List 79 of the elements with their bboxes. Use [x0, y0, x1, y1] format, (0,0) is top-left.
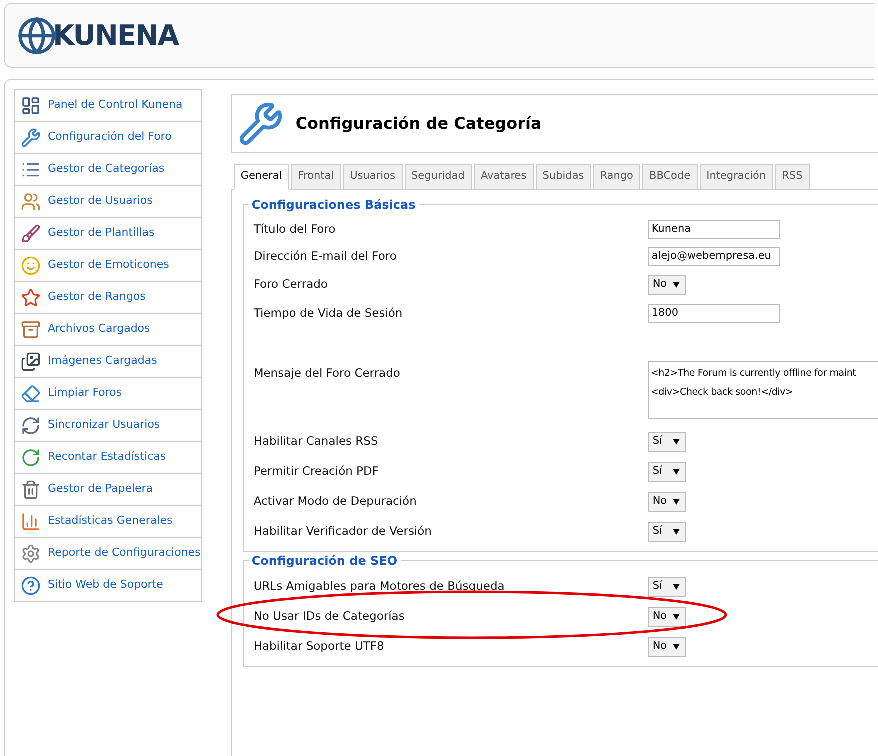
tab[interactable]: General [234, 164, 290, 190]
globe-logo-icon [17, 16, 57, 56]
setting-label: Dirección E-mail del Foro [254, 248, 398, 265]
textarea-field[interactable]: <h2>The Forum is currently offline for maint <div>Check back soon!</div> [648, 361, 878, 419]
fieldset-legend: Configuración de SEO [248, 552, 401, 570]
tab[interactable]: Rango [593, 164, 640, 190]
sidebar-item[interactable]: Recontar Estadísticas [15, 442, 201, 474]
brush-icon [21, 224, 41, 244]
select-dropdown[interactable]: No [648, 275, 686, 295]
caret-icon [672, 499, 680, 505]
wrench-icon [238, 100, 284, 146]
sidebar-item[interactable]: Reporte de Configuraciones [15, 538, 201, 570]
caret-icon [672, 584, 680, 590]
setting-label: URLs Amigables para Motores de Búsqueda [254, 578, 506, 596]
sidebar-item[interactable]: Panel de Control Kunena [15, 90, 201, 122]
select-dropdown[interactable]: Sí [648, 432, 686, 452]
tab[interactable]: Seguridad [404, 164, 472, 190]
text-field[interactable]: alejo@webempresa.eu [648, 247, 780, 266]
caret-icon [672, 529, 680, 535]
setting-label: Título del Foro [254, 220, 337, 238]
setting-label: Activar Modo de Depuración [254, 493, 418, 510]
setting-label: Tiempo de Vida de Sesión [254, 304, 404, 322]
tab[interactable]: Subidas [536, 164, 592, 190]
tab[interactable]: Usuarios [343, 164, 402, 190]
select-dropdown[interactable]: Sí [648, 462, 686, 482]
sidebar-item[interactable]: Gestor de Plantillas [15, 218, 201, 250]
logo-text: KUNENA [53, 18, 179, 54]
users-icon [21, 192, 41, 212]
images-icon [21, 352, 41, 372]
sidebar-item[interactable]: Estadísticas Generales [15, 506, 201, 538]
sidebar-item[interactable]: Configuración del Foro [15, 122, 201, 154]
setting-label: Habilitar Verificador de Versión [254, 523, 433, 540]
select-dropdown[interactable]: Sí [648, 577, 686, 597]
setting-label: Habilitar Canales RSS [254, 433, 380, 450]
gear-icon [21, 544, 41, 564]
refresh-icon [21, 448, 41, 468]
sidebar-item[interactable]: Imágenes Cargadas [15, 346, 201, 378]
sidebar-item[interactable]: Gestor de Papelera [15, 474, 201, 506]
sidebar-item[interactable]: Sincronizar Usuarios [15, 410, 201, 442]
caret-icon [672, 469, 680, 475]
page-title: Configuración de Categoría [296, 112, 542, 134]
eraser-icon [21, 384, 41, 404]
fieldset-legend: Configuraciones Básicas [248, 196, 419, 214]
sidebar-item[interactable]: Archivos Cargados [15, 314, 201, 346]
sidebar-item[interactable]: Limpiar Foros [15, 378, 201, 410]
setting-label: Foro Cerrado [254, 276, 329, 294]
sidebar-item[interactable]: Gestor de Rangos [15, 282, 201, 314]
caret-icon [672, 439, 680, 445]
dashboard-icon [21, 96, 41, 116]
tab[interactable]: Avatares [474, 164, 534, 190]
text-field[interactable]: 1800 [648, 304, 780, 323]
select-dropdown[interactable]: Sí [648, 522, 686, 542]
bar-chart-icon [21, 512, 41, 532]
caret-icon [672, 614, 680, 620]
star-icon [21, 288, 41, 308]
tab[interactable]: Integración [700, 164, 774, 190]
sync-icon [21, 416, 41, 436]
sidebar-item[interactable]: Gestor de Emoticones [15, 250, 201, 282]
sidebar-item[interactable]: Gestor de Usuarios [15, 186, 201, 218]
tab[interactable]: Frontal [291, 164, 342, 190]
caret-icon [672, 644, 680, 650]
archive-icon [21, 320, 41, 340]
sidebar-item[interactable]: Sitio Web de Soporte [15, 570, 201, 602]
setting-label: Permitir Creación PDF [254, 463, 380, 480]
setting-label: Mensaje del Foro Cerrado [254, 365, 402, 382]
trash-icon [21, 480, 41, 500]
help-icon [21, 576, 41, 596]
caret-icon [672, 282, 680, 288]
select-dropdown[interactable]: No [648, 637, 686, 657]
tab[interactable]: BBCode [642, 164, 698, 190]
setting-label: Habilitar Soporte UTF8 [254, 638, 386, 656]
setting-label: No Usar IDs de Categorías [254, 608, 406, 626]
select-dropdown[interactable]: No [648, 492, 686, 512]
wrench-icon [21, 128, 41, 148]
sidebar-item[interactable]: Gestor de Categorías [15, 154, 201, 186]
text-field[interactable]: Kunena [648, 220, 780, 239]
tab[interactable]: RSS [775, 164, 810, 190]
smiley-icon [21, 256, 41, 276]
select-dropdown[interactable]: No [648, 607, 686, 627]
